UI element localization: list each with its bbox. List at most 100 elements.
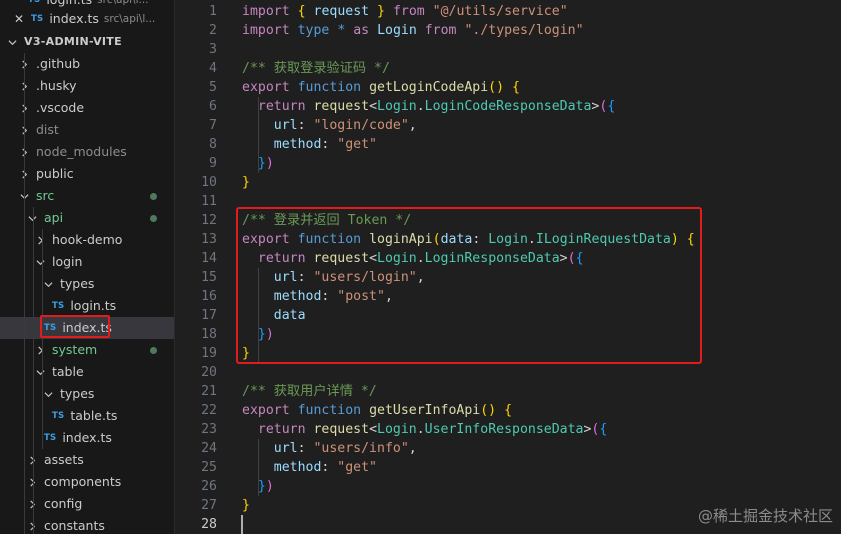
code-token: Login: [377, 99, 417, 114]
code-line[interactable]: 3: [175, 40, 841, 59]
folder-item[interactable]: types: [0, 273, 174, 295]
code-line[interactable]: 20: [175, 363, 841, 382]
code-token: :: [297, 441, 314, 456]
text-cursor: [241, 515, 243, 534]
code-token: Login: [377, 23, 417, 38]
chevron-down-icon[interactable]: [4, 31, 20, 53]
folder-item[interactable]: table: [0, 361, 174, 383]
line-number: 22: [201, 403, 217, 418]
code-token: :: [297, 118, 314, 133]
explorer-sidebar: TS login.ts src\api\l... ✕ TS index.ts s…: [0, 0, 175, 534]
tree-item-label: login.ts: [70, 298, 117, 313]
folder-item[interactable]: .vscode: [0, 97, 174, 119]
chevron-right-icon[interactable]: [24, 449, 40, 471]
line-number: 26: [201, 479, 217, 494]
line-number: 27: [201, 498, 217, 513]
tree-item-label: assets: [44, 452, 84, 467]
folder-item[interactable]: public: [0, 163, 174, 185]
code-token: }: [242, 498, 250, 513]
code-line[interactable]: 21 /** 获取用户详情 */: [175, 382, 841, 401]
chevron-right-icon[interactable]: [32, 339, 48, 361]
code-line[interactable]: 23 return request<Login.UserInfoResponse…: [175, 420, 841, 439]
line-number: 8: [209, 137, 217, 152]
code-line[interactable]: 5 export function getLoginCodeApi() {: [175, 78, 841, 97]
code-token: request: [313, 422, 370, 437]
code-token: (): [480, 403, 497, 418]
tree-item-label: table.ts: [70, 408, 118, 423]
folder-item[interactable]: types: [0, 383, 174, 405]
chevron-right-icon[interactable]: [24, 471, 40, 493]
chevron-right-icon[interactable]: [32, 229, 48, 251]
folder-item[interactable]: .github: [0, 53, 174, 75]
line-number: 6: [209, 99, 217, 114]
close-icon[interactable]: ✕: [0, 8, 31, 30]
chevron-down-icon[interactable]: [32, 361, 48, 383]
code-line[interactable]: 26 }): [175, 477, 841, 496]
code-line[interactable]: 9 }): [175, 154, 841, 173]
code-line[interactable]: 8 method: "get": [175, 135, 841, 154]
folder-item[interactable]: login: [0, 251, 174, 273]
code-line[interactable]: 6 return request<Login.LoginCodeResponse…: [175, 97, 841, 116]
code-token: ): [265, 479, 274, 494]
tree-item-label: .github: [36, 56, 81, 71]
code-line[interactable]: 2 import type * as Login from "./types/lo…: [175, 21, 841, 40]
code-text: import { request } from "@/utils/service…: [242, 2, 568, 21]
code-line[interactable]: 10}: [175, 173, 841, 192]
project-root[interactable]: V3-ADMIN-VITE: [0, 31, 174, 53]
folder-item[interactable]: components: [0, 471, 174, 493]
folder-item[interactable]: dist: [0, 119, 174, 141]
tree-item-label: public: [36, 166, 74, 181]
git-modified-dot: [150, 347, 157, 354]
folder-item[interactable]: constants: [0, 515, 174, 534]
tree-item-label: api: [44, 210, 64, 225]
code-editor[interactable]: 1 import { request } from "@/utils/servic…: [175, 0, 841, 534]
code-token: LoginCodeResponseData: [424, 99, 592, 114]
folder-item[interactable]: system: [0, 339, 174, 361]
folder-item[interactable]: api: [0, 207, 174, 229]
code-token: "login/code": [313, 118, 409, 133]
line-number: 5: [209, 80, 217, 95]
code-token: }: [377, 4, 385, 19]
code-token: .: [416, 422, 425, 437]
code-token: export: [242, 80, 290, 95]
file-item[interactable]: TS login.ts: [0, 295, 174, 317]
code-line[interactable]: 4 /** 获取登录验证码 */: [175, 59, 841, 78]
code-token: {: [504, 403, 513, 418]
chevron-down-icon[interactable]: [24, 207, 40, 229]
folder-item[interactable]: node_modules: [0, 141, 174, 163]
code-token: function: [297, 80, 362, 95]
code-line[interactable]: 24 url: "users/info",: [175, 439, 841, 458]
code-line[interactable]: 7 url: "login/code",: [175, 116, 841, 135]
line-number: 23: [201, 422, 217, 437]
chevron-down-icon[interactable]: [32, 251, 48, 273]
code-token: }: [242, 175, 250, 190]
code-token: {: [512, 80, 520, 95]
folder-item[interactable]: config: [0, 493, 174, 515]
code-token: return: [257, 422, 306, 437]
folder-item[interactable]: hook-demo: [0, 229, 174, 251]
folder-item[interactable]: .husky: [0, 75, 174, 97]
open-editor-path: src\api\l...: [103, 13, 156, 25]
file-item[interactable]: TS index.ts: [0, 427, 174, 449]
code-line[interactable]: 22 export function getUserInfoApi() {: [175, 401, 841, 420]
folder-item[interactable]: src: [0, 185, 174, 207]
folder-item[interactable]: assets: [0, 449, 174, 471]
tree-item-label: node_modules: [36, 144, 127, 159]
chevron-right-icon[interactable]: [24, 493, 40, 515]
code-token: UserInfoResponseData: [424, 422, 584, 437]
open-editor-index-ts[interactable]: ✕ TS index.ts src\api\l...: [0, 8, 174, 30]
tree-item-label: types: [60, 276, 95, 291]
code-line[interactable]: 1 import { request } from "@/utils/servic…: [175, 2, 841, 21]
file-item[interactable]: TS table.ts: [0, 405, 174, 427]
line-number: 24: [201, 441, 217, 456]
line-number: 1: [209, 4, 217, 19]
chevron-right-icon[interactable]: [24, 515, 40, 534]
git-modified-dot: [150, 193, 157, 200]
code-token: getLoginCodeApi: [369, 80, 489, 95]
code-line[interactable]: 25 method: "get": [175, 458, 841, 477]
